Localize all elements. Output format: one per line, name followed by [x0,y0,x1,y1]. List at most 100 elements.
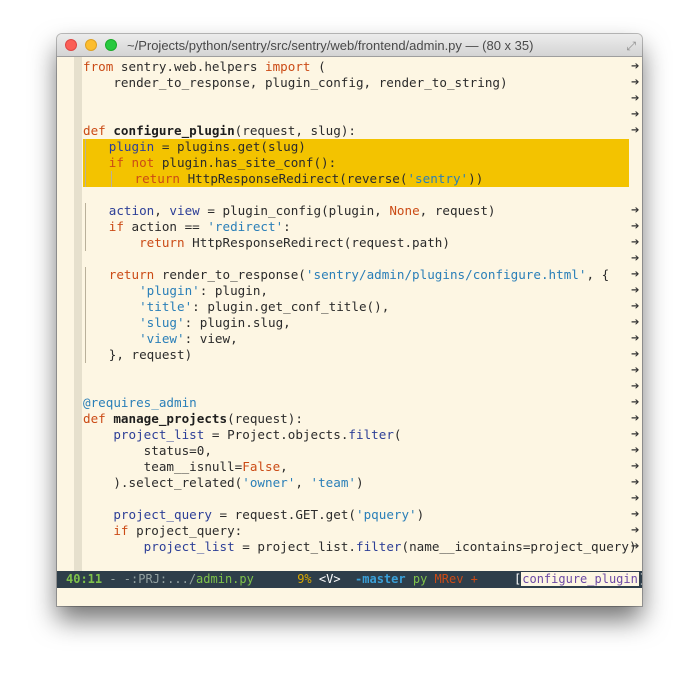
code-line[interactable] [83,107,629,123]
code-line[interactable]: @requires_admin [83,395,629,411]
code-editor[interactable]: from sentry.web.helpers import ( render_… [57,57,642,577]
code-token: False [242,459,281,474]
code-token: status=0, [83,443,212,458]
code-line[interactable]: action, view = plugin_config(plugin, Non… [83,203,629,219]
zoom-button[interactable] [105,39,117,51]
code-line[interactable]: if project_query: [83,523,629,539]
continuation-arrow-icon: ➔ [631,205,640,216]
code-line[interactable]: return render_to_response('sentry/admin/… [83,267,629,283]
code-token: 'plugin' [139,283,200,298]
code-token: None [389,203,420,218]
code-token: = request.GET.get( [211,507,356,522]
git-branch[interactable]: -master [355,572,406,586]
code-token: 'owner' [242,475,296,490]
code-token: 'sentry/admin/plugins/configure.html' [305,267,587,282]
continuation-arrow-icon: ➔ [631,317,640,328]
code-line[interactable]: def configure_plugin(request, slug): [83,123,629,139]
minimize-button[interactable] [85,39,97,51]
code-token: action [108,203,155,218]
emacs-window: ~/Projects/python/sentry/src/sentry/web/… [57,34,642,606]
code-line[interactable] [83,379,629,395]
code-token: : plugin, [199,283,268,298]
continuation-arrow-icon: ➔ [631,445,640,456]
continuation-arrow-icon: ➔ [631,349,640,360]
code-line[interactable]: team__isnull=False, [83,459,629,475]
close-button[interactable] [65,39,77,51]
code-line[interactable]: if action == 'redirect': [83,219,629,235]
continuation-arrow-icon: ➔ [631,93,640,104]
continuation-arrow-icon: ➔ [631,125,640,136]
code-token: import [265,59,311,74]
code-token: project_list [113,427,205,442]
code-token: def [83,411,106,426]
code-token: : view, [184,331,238,346]
code-line[interactable]: render_to_response, plugin_config, rende… [83,75,629,91]
code-line[interactable]: project_list = project_list.filter(name_… [83,539,637,555]
code-token: plugin.has_site_conf(): [154,155,337,170]
fringe-gutter [74,57,82,577]
code-token: def [83,123,106,138]
resize-diagonal-icon[interactable]: ⤢ [626,39,636,54]
code-token: manage_projects [113,411,228,426]
code-line[interactable]: if not plugin.has_site_conf(): [83,155,629,171]
code-line[interactable] [83,91,629,107]
continuation-arrow-icon: ➔ [631,269,640,280]
code-line[interactable] [83,251,629,267]
continuation-arrow-icon: ➔ [631,365,640,376]
continuation-arrows: ➔ ➔ ➔ ➔ ➔ ➔ ➔ ➔ ➔ ➔ ➔ ➔ ➔ ➔ ➔ ➔ ➔ ➔ ➔ ➔ ➔ ➔ ➔ ➔ ➔ ➔ ➔ [629,57,642,577]
code-token: filter [356,539,402,554]
continuation-arrow-icon: ➔ [631,237,640,248]
code-token: ) [355,475,364,490]
code-line[interactable]: return HttpResponseRedirect(reverse('sen… [83,171,629,187]
code-token: project_list [143,539,235,554]
code-token: team__isnull= [83,459,243,474]
function-bracket-close: ] [639,572,642,586]
code-line[interactable] [83,187,629,203]
code-line[interactable]: return HttpResponseRedirect(request.path… [83,235,629,251]
minibuffer[interactable] [57,588,642,606]
code-token: render_to_response, plugin_config, rende… [83,75,508,90]
code-line[interactable] [83,363,629,379]
code-token: }, request) [86,347,193,362]
code-token: = plugins.get(slug) [154,139,306,154]
evil-mode-state: <V> [318,572,341,586]
code-token: action == [123,219,208,234]
code-line[interactable]: 'slug': plugin.slug, [83,315,629,331]
code-token: 'pquery' [355,507,417,522]
code-token: filter [348,427,394,442]
code-line[interactable]: plugin = plugins.get(slug) [83,139,629,155]
continuation-arrow-icon: ➔ [631,397,640,408]
code-token: , [154,203,170,218]
code-line[interactable]: project_query = request.GET.get('pquery'… [83,507,629,523]
code-line[interactable]: 'plugin': plugin, [83,283,629,299]
code-line[interactable]: status=0, [83,443,629,459]
code-line[interactable]: project_list = Project.objects.filter( [83,427,629,443]
code-token: project_query [113,507,212,522]
code-line[interactable]: from sentry.web.helpers import ( [83,59,629,75]
mode-line[interactable]: 40:11 - -:PRJ:.../admin.py 9% <V> -maste… [57,571,642,588]
code-token: if [108,219,124,234]
code-line[interactable]: }, request) [83,347,629,363]
code-line[interactable]: 'view': view, [83,331,629,347]
code-line[interactable] [83,491,629,507]
code-line[interactable]: 'title': plugin.get_conf_title(), [83,299,629,315]
buffer-filename[interactable]: admin.py [196,572,254,586]
continuation-arrow-icon: ➔ [631,381,640,392]
code-token: ( [310,59,326,74]
title-bar[interactable]: ~/Projects/python/sentry/src/sentry/web/… [57,34,642,57]
code-line[interactable]: ).select_related('owner', 'team') [83,475,629,491]
minor-modes[interactable]: MRev + [435,572,478,586]
major-mode[interactable]: py [413,572,427,586]
code-token: = plugin_config(plugin, [199,203,390,218]
code-line[interactable]: def manage_projects(request): [83,411,629,427]
continuation-arrow-icon: ➔ [631,77,640,88]
continuation-arrow-icon: ➔ [631,285,640,296]
code-token: render_to_response( [154,267,306,282]
